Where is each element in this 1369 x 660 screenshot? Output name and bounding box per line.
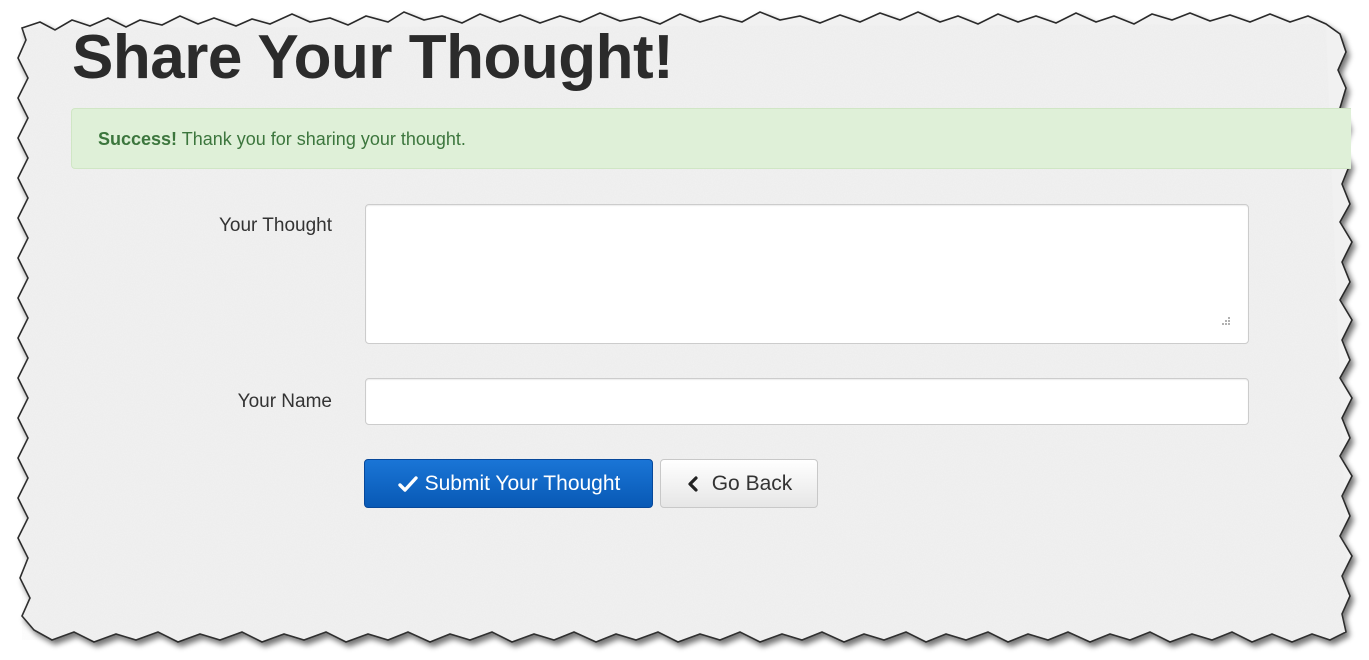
submit-thought-button[interactable]: Submit Your Thought [364,459,653,508]
name-input[interactable] [365,378,1249,425]
go-back-label: Go Back [711,471,793,495]
resize-grip-icon[interactable] [1216,314,1232,330]
submit-thought-label: Submit Your Thought [424,471,621,495]
page-title: Share Your Thought! [72,23,674,92]
go-back-button[interactable]: Go Back [660,459,818,508]
alert-strong-text: Success! [98,129,178,149]
alert-message: Thank you for sharing your thought. [177,129,466,149]
main-content: Share Your Thought! Success! Thank you f… [0,0,1369,660]
checkmark-icon [397,475,418,492]
success-alert: Success! Thank you for sharing your thou… [71,108,1351,169]
thought-label: Your Thought [218,215,332,236]
thought-textarea[interactable] [365,204,1249,344]
name-label: Your Name [237,391,332,412]
chevron-left-icon [688,475,698,492]
screenshot-canvas: Share Your Thought! Success! Thank you f… [0,0,1369,660]
